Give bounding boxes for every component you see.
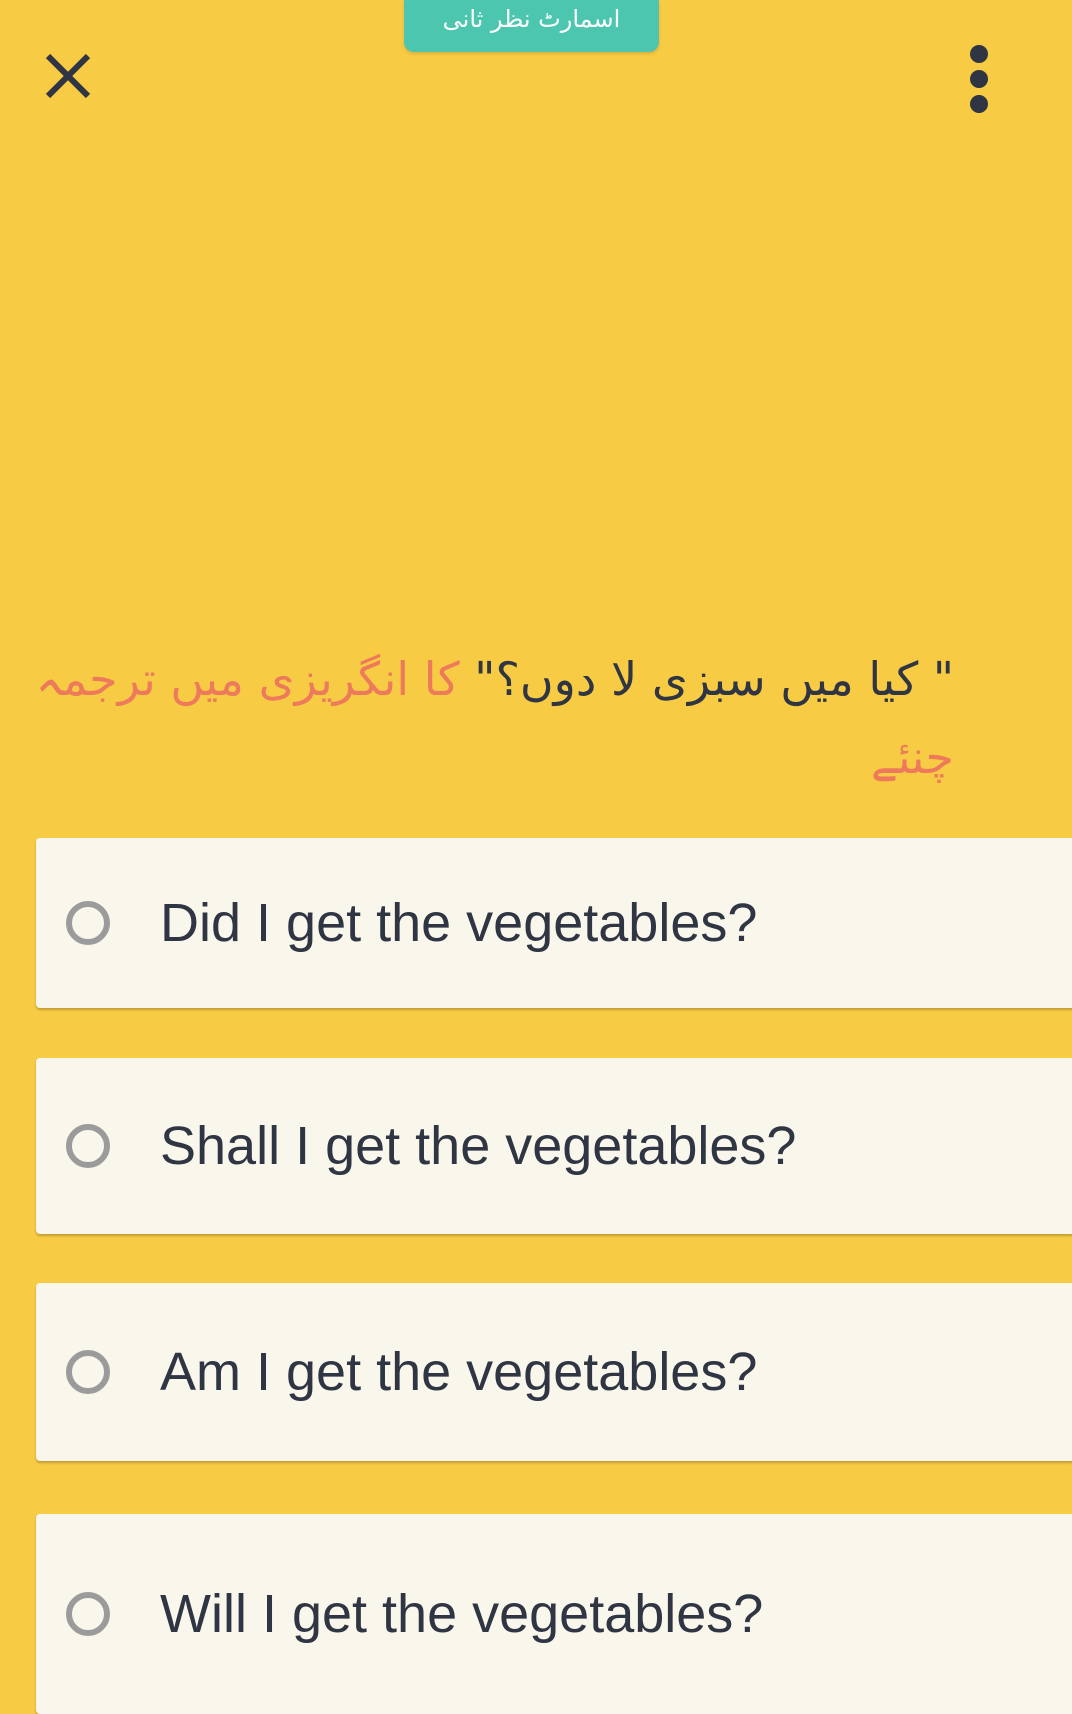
smart-review-badge[interactable]: اسمارٹ نظر ثانی [404,0,659,52]
answer-option-label: Will I get the vegetables? [160,1584,764,1644]
answer-option-label: Shall I get the vegetables? [160,1116,797,1176]
more-vertical-icon [970,45,988,113]
radio-button-icon[interactable] [66,901,110,945]
close-icon [45,53,91,99]
answer-option-label: Did I get the vegetables? [160,893,758,953]
question-prompt: " کیا میں سبزی لا دوں؟" کا انگریزی میں ت… [34,640,954,796]
radio-button-icon[interactable] [66,1592,110,1636]
answer-option-1[interactable]: Did I get the vegetables? [36,838,1072,1008]
radio-button-icon[interactable] [66,1124,110,1168]
answer-option-label: Am I get the vegetables? [160,1342,758,1402]
radio-button-icon[interactable] [66,1350,110,1394]
answer-option-4[interactable]: Will I get the vegetables? [36,1514,1072,1714]
question-quote: " کیا میں سبزی لا دوں؟" [474,652,954,706]
answer-option-3[interactable]: Am I get the vegetables? [36,1283,1072,1461]
more-options-button[interactable] [955,34,1003,124]
answer-option-2[interactable]: Shall I get the vegetables? [36,1058,1072,1234]
close-button[interactable] [30,38,106,114]
